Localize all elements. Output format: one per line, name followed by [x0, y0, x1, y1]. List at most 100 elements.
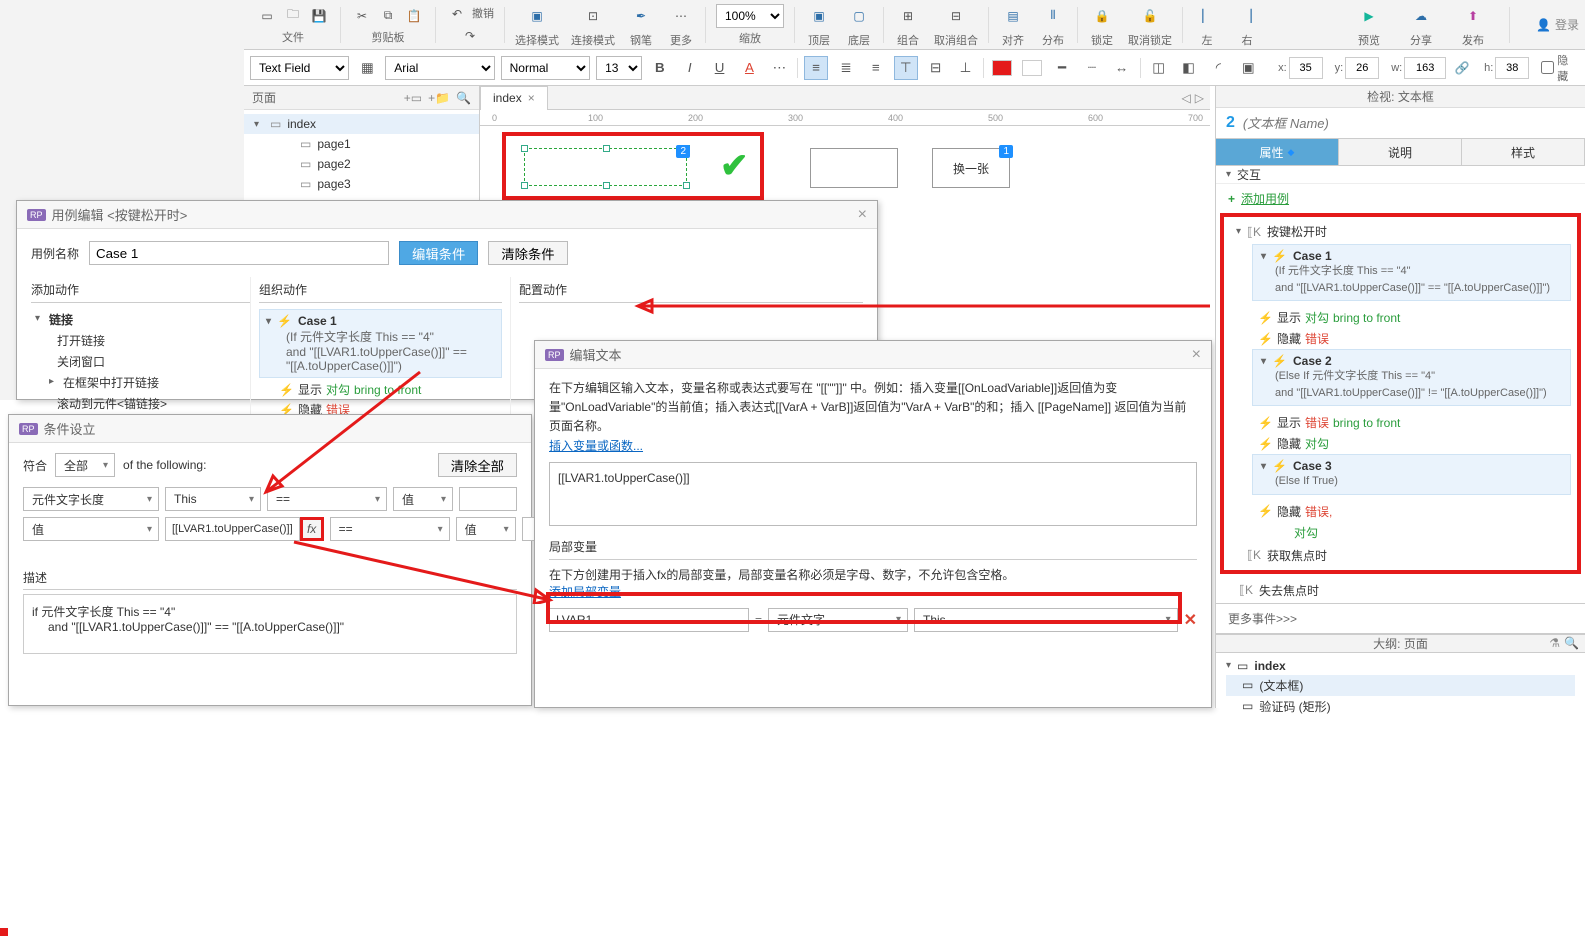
search-outline-icon[interactable]: 🔍: [1564, 636, 1579, 650]
case-2-panel[interactable]: ▾⚡Case 2 (Else If 元件文字长度 This == "4" and…: [1252, 349, 1571, 406]
more-icon[interactable]: ⋯: [667, 2, 695, 30]
canvas-button[interactable]: 换一张 1: [932, 148, 1010, 188]
page-root-item[interactable]: ▾▭index: [244, 114, 479, 134]
filter-icon[interactable]: ⚗: [1549, 636, 1560, 650]
login-button[interactable]: 👤 登录: [1536, 16, 1579, 33]
undo-icon[interactable]: ↶: [446, 3, 468, 25]
new-file-icon[interactable]: ▭: [256, 5, 278, 27]
share-icon[interactable]: ☁: [1407, 2, 1435, 30]
tree-item[interactable]: 滚动到元件<锚链接>: [31, 393, 250, 414]
add-case-button[interactable]: +添加用例: [1216, 184, 1585, 213]
bold-button[interactable]: B: [648, 56, 672, 80]
font-size-select[interactable]: 13: [596, 56, 642, 80]
clear-condition-button[interactable]: 清除条件: [488, 241, 567, 265]
expression-textarea[interactable]: [[LVAR1.toUpperCase()]]: [549, 462, 1197, 526]
tab-nav-left-icon[interactable]: ◁: [1182, 91, 1191, 105]
case-3-panel[interactable]: ▾⚡Case 3 (Else If True): [1252, 454, 1571, 495]
line-width-button[interactable]: ━: [1050, 56, 1074, 80]
cond-expr-input[interactable]: [[LVAR1.toUpperCase()]]: [165, 517, 300, 541]
underline-button[interactable]: U: [708, 56, 732, 80]
page-item[interactable]: ▭page3: [244, 174, 479, 194]
cond-target-select[interactable]: This▾: [165, 487, 261, 511]
paste-icon[interactable]: 📋: [403, 5, 425, 27]
cond-type-select[interactable]: 元件文字长度▾: [23, 487, 159, 511]
hidden-checkbox[interactable]: 隐藏: [1541, 52, 1579, 84]
tab-close-icon[interactable]: ×: [528, 91, 535, 105]
cond-valtype-select[interactable]: 值▾: [456, 517, 516, 541]
align-center-button[interactable]: ≣: [834, 56, 858, 80]
y-input[interactable]: [1345, 57, 1379, 79]
aspect-lock-icon[interactable]: 🔗: [1452, 57, 1472, 79]
inner-shadow-button[interactable]: ◧: [1177, 56, 1201, 80]
fill-color-button[interactable]: [990, 56, 1014, 80]
line-style-button[interactable]: ┈: [1080, 56, 1104, 80]
align-left-icon[interactable]: ▏: [1193, 2, 1221, 30]
add-page-icon[interactable]: +▭: [404, 91, 422, 105]
ungroup-icon[interactable]: ⊟: [942, 2, 970, 30]
page-item[interactable]: ▭page2: [244, 154, 479, 174]
tree-link-category[interactable]: ▾链接: [31, 309, 250, 330]
connect-mode-icon[interactable]: ⊡: [579, 2, 607, 30]
send-back-icon[interactable]: ▢: [845, 2, 873, 30]
align-right-button[interactable]: ≡: [864, 56, 888, 80]
h-input[interactable]: [1495, 57, 1529, 79]
publish-icon[interactable]: ⬆: [1459, 2, 1487, 30]
italic-button[interactable]: I: [678, 56, 702, 80]
font-weight-select[interactable]: Normal: [501, 56, 590, 80]
save-file-icon[interactable]: 💾: [308, 5, 330, 27]
distribute-icon[interactable]: ⫴: [1039, 2, 1067, 30]
line-color-button[interactable]: [1020, 56, 1044, 80]
text-color-button[interactable]: A: [737, 56, 761, 80]
close-icon[interactable]: ×: [1192, 346, 1201, 364]
add-folder-icon[interactable]: +📁: [428, 91, 450, 105]
pen-icon[interactable]: ✒: [627, 2, 655, 30]
lock-icon[interactable]: 🔒: [1088, 2, 1116, 30]
more-events-link[interactable]: 更多事件>>>: [1216, 603, 1585, 634]
cond-valtype-select[interactable]: 值▾: [393, 487, 453, 511]
tree-item[interactable]: 打开链接: [31, 330, 250, 351]
tab-nav-right-icon[interactable]: ▷: [1195, 91, 1204, 105]
cond-op-select[interactable]: ==▾: [267, 487, 387, 511]
x-input[interactable]: [1289, 57, 1323, 79]
valign-bot-button[interactable]: ⊥: [953, 56, 977, 80]
match-select[interactable]: 全部▾: [55, 453, 115, 477]
align-icon[interactable]: ▤: [999, 2, 1027, 30]
selection-mode-icon[interactable]: ▣: [523, 2, 551, 30]
bring-front-icon[interactable]: ▣: [805, 2, 833, 30]
close-icon[interactable]: ×: [858, 206, 867, 224]
cond-type-select[interactable]: 值▾: [23, 517, 159, 541]
cond-op-select[interactable]: ==▾: [330, 517, 450, 541]
outer-shadow-button[interactable]: ◫: [1147, 56, 1171, 80]
cut-icon[interactable]: ✂: [351, 5, 373, 27]
group-icon[interactable]: ⊞: [894, 2, 922, 30]
insert-variable-link[interactable]: 插入变量或函数...: [549, 439, 643, 453]
event-keyup[interactable]: ▾⟦K按键松开时: [1224, 219, 1577, 244]
page-item[interactable]: ▭page1: [244, 134, 479, 154]
event-blur[interactable]: ▾⟦K失去焦点时: [1216, 578, 1585, 603]
arrow-style-button[interactable]: ↔: [1110, 56, 1134, 80]
widget-type-select[interactable]: Text Field: [250, 56, 349, 80]
valign-mid-button[interactable]: ⊟: [924, 56, 948, 80]
case-block[interactable]: ▾⚡Case 1 (If 元件文字长度 This == "4" and "[[L…: [259, 309, 502, 378]
copy-icon[interactable]: ⧉: [377, 5, 399, 27]
unlock-icon[interactable]: 🔓: [1136, 2, 1164, 30]
outline-item[interactable]: ▭验证码 (矩形): [1226, 696, 1575, 717]
case-1-panel[interactable]: ▾⚡Case 1 (If 元件文字长度 This == "4" and "[[L…: [1252, 244, 1571, 301]
align-right-icon[interactable]: ▕: [1233, 2, 1261, 30]
corner-radius-button[interactable]: ◜: [1206, 56, 1230, 80]
fx-button[interactable]: fx: [300, 517, 324, 541]
align-left-button[interactable]: ≡: [804, 56, 828, 80]
font-select[interactable]: Arial: [385, 56, 494, 80]
outline-item[interactable]: ▭(文本框): [1226, 675, 1575, 696]
edit-condition-button[interactable]: 编辑条件: [399, 241, 478, 265]
valign-top-button[interactable]: ⊤: [894, 56, 918, 80]
tab-style[interactable]: 样式: [1462, 139, 1585, 165]
event-focus[interactable]: ▾⟦K获取焦点时: [1224, 543, 1577, 568]
clear-all-button[interactable]: 清除全部: [438, 453, 517, 477]
tab-index[interactable]: index ×: [480, 86, 548, 110]
widget-name-input[interactable]: [1243, 116, 1575, 131]
w-input[interactable]: [1404, 57, 1446, 79]
delete-localvar-icon[interactable]: ✕: [1184, 610, 1197, 630]
redo-icon[interactable]: ↷: [459, 25, 481, 47]
outline-root[interactable]: ▾▭index: [1226, 657, 1575, 675]
